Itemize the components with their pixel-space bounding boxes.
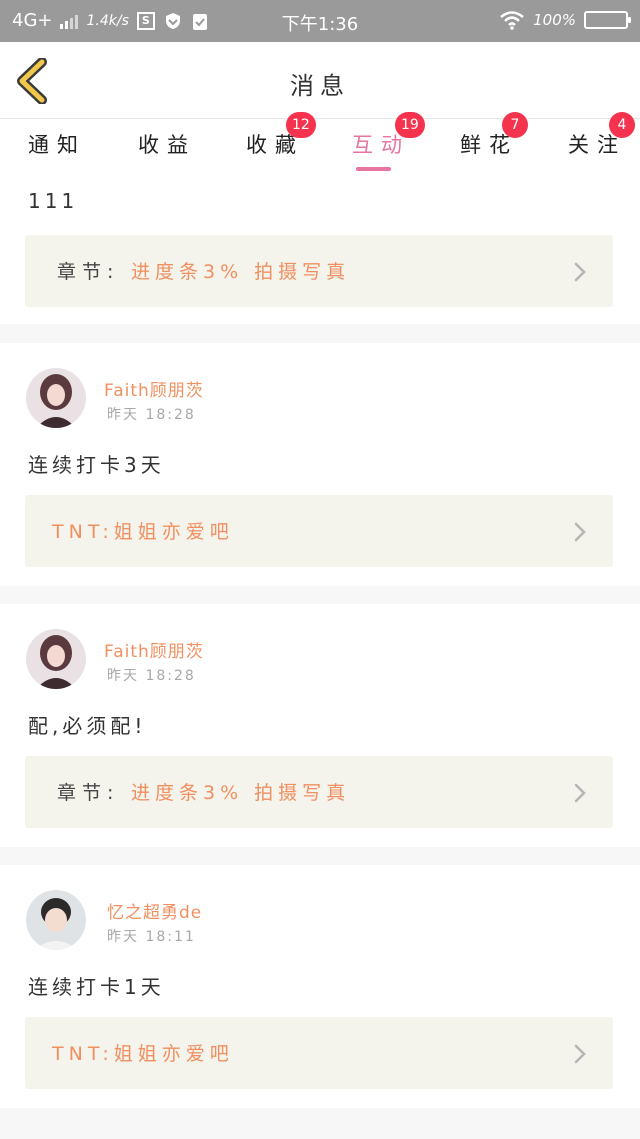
link-title: TNT:姐姐亦爱吧 [52, 1043, 234, 1065]
link-title: 进度条3% 拍摄写真 [131, 782, 351, 804]
wifi-icon [500, 11, 524, 30]
link-title: TNT:姐姐亦爱吧 [52, 521, 234, 543]
status-right: 100% [499, 10, 631, 30]
link-title: 进度条3% 拍摄写真 [131, 261, 351, 283]
chapter-link[interactable]: 章节: 进度条3% 拍摄写真 [25, 235, 613, 307]
tab-notifications[interactable]: 通知 [28, 129, 86, 159]
list-item: Faith顾朋茨 昨天 18:28 连续打卡3天 TNT:姐姐亦爱吧 [0, 343, 640, 586]
top-bar: 消息 [0, 42, 640, 119]
avatar[interactable] [26, 629, 86, 689]
chevron-right-icon [574, 783, 586, 803]
avatar-photo [26, 368, 86, 428]
flowers-count-badge: 7 [502, 112, 528, 138]
chapter-link[interactable]: 章节: 进度条3% 拍摄写真 [25, 756, 613, 828]
page-title: 消息 [290, 72, 350, 100]
book-link[interactable]: TNT:姐姐亦爱吧 [25, 495, 613, 567]
avatar-photo [26, 629, 86, 689]
status-bar: 4G+ 1.4k/s S 下午1:36 100% [0, 0, 640, 42]
list-item: 111 章节: 进度条3% 拍摄写真 [0, 171, 640, 324]
timestamp: 昨天 18:11 [107, 929, 196, 945]
comment-text: 配,必须配! [28, 714, 147, 738]
comment-text: 连续打卡1天 [28, 975, 165, 999]
favorites-count-badge: 12 [286, 112, 316, 138]
chevron-right-icon [574, 522, 586, 542]
battery-percent: 100% [533, 11, 576, 29]
link-label: 章节: [57, 782, 120, 804]
username[interactable]: Faith顾朋茨 [104, 637, 204, 662]
avatar[interactable] [26, 890, 86, 950]
battery-icon [584, 11, 631, 29]
avatar[interactable] [26, 368, 86, 428]
chevron-right-icon [574, 1044, 586, 1064]
comment-text: 111 [28, 189, 79, 213]
avatar-photo [26, 890, 86, 950]
following-count-badge: 4 [609, 112, 635, 138]
tab-earnings[interactable]: 收益 [138, 129, 196, 159]
username[interactable]: Faith顾朋茨 [104, 376, 204, 401]
timestamp: 昨天 18:28 [107, 407, 196, 423]
chevron-right-icon [574, 262, 586, 282]
link-label: 章节: [57, 261, 120, 283]
username[interactable]: 忆之超勇de [107, 898, 202, 923]
interactions-count-badge: 19 [395, 112, 425, 138]
comment-text: 连续打卡3天 [28, 453, 165, 477]
list-item: Faith顾朋茨 昨天 18:28 配,必须配! 章节: 进度条3% 拍摄写真 [0, 604, 640, 847]
list-item: 忆之超勇de 昨天 18:11 连续打卡1天 TNT:姐姐亦爱吧 [0, 865, 640, 1108]
tab-bar: 通知 收益 收藏 互动 鲜花 关注 [0, 119, 640, 171]
timestamp: 昨天 18:28 [107, 668, 196, 684]
book-link[interactable]: TNT:姐姐亦爱吧 [25, 1017, 613, 1089]
